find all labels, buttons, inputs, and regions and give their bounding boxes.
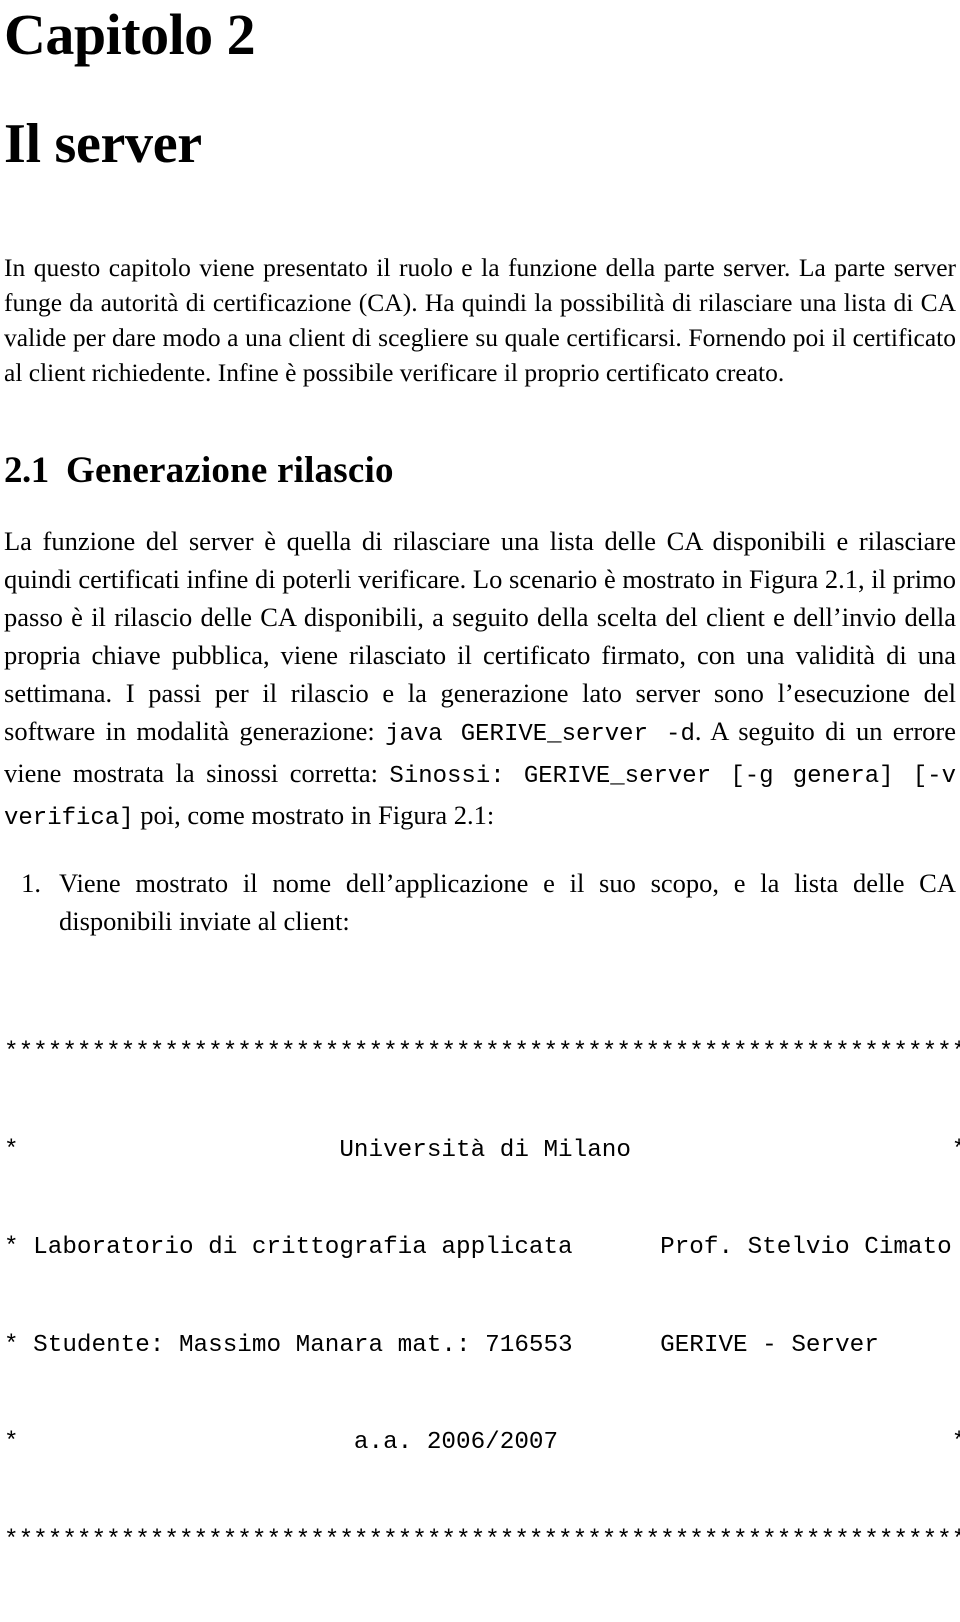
paragraph-text-part-1: La funzione del server è quella di rilas… xyxy=(4,526,956,746)
chapter-title: Il server xyxy=(4,113,202,175)
section-heading: 2.1 Generazione rilascio xyxy=(4,390,956,522)
terminal-line-separator-bottom: ****************************************… xyxy=(4,1526,960,1554)
terminal-line-lab-professor: * Laboratorio di crittografia applicata … xyxy=(4,1234,960,1261)
chapter-intro-paragraph: In questo capitolo viene presentato il r… xyxy=(4,253,956,387)
terminal-line-separator-top: ****************************************… xyxy=(4,1039,960,1066)
numbered-list: 1. Viene mostrato il nome dell’applicazi… xyxy=(4,838,956,940)
terminal-line-academic-year: * a.a. 2006/2007 * xyxy=(4,1429,960,1456)
terminal-line-university: * Università di Milano * xyxy=(4,1136,960,1164)
terminal-line-student-app: * Studente: Massimo Manara mat.: 716553 … xyxy=(4,1331,960,1359)
list-item: 1. Viene mostrato il nome dell’applicazi… xyxy=(4,864,956,940)
list-item-text: Viene mostrato il nome dell’applicazione… xyxy=(59,868,956,936)
document-page: Capitolo 2 Il server In questo capitolo … xyxy=(0,0,960,1554)
list-item-marker: 1. xyxy=(21,868,41,898)
chapter-label: Capitolo 2 xyxy=(4,2,256,67)
section-title: Generazione rilascio xyxy=(66,450,394,491)
command-generazione: java GERIVE_server -d xyxy=(385,721,695,748)
section-body-paragraph: La funzione del server è quella di rilas… xyxy=(4,522,956,838)
terminal-output-block: ****************************************… xyxy=(4,940,960,1622)
paragraph-text-part-3: poi, come mostrato in Figura 2.1: xyxy=(133,800,495,830)
section-number: 2.1 xyxy=(4,450,49,491)
